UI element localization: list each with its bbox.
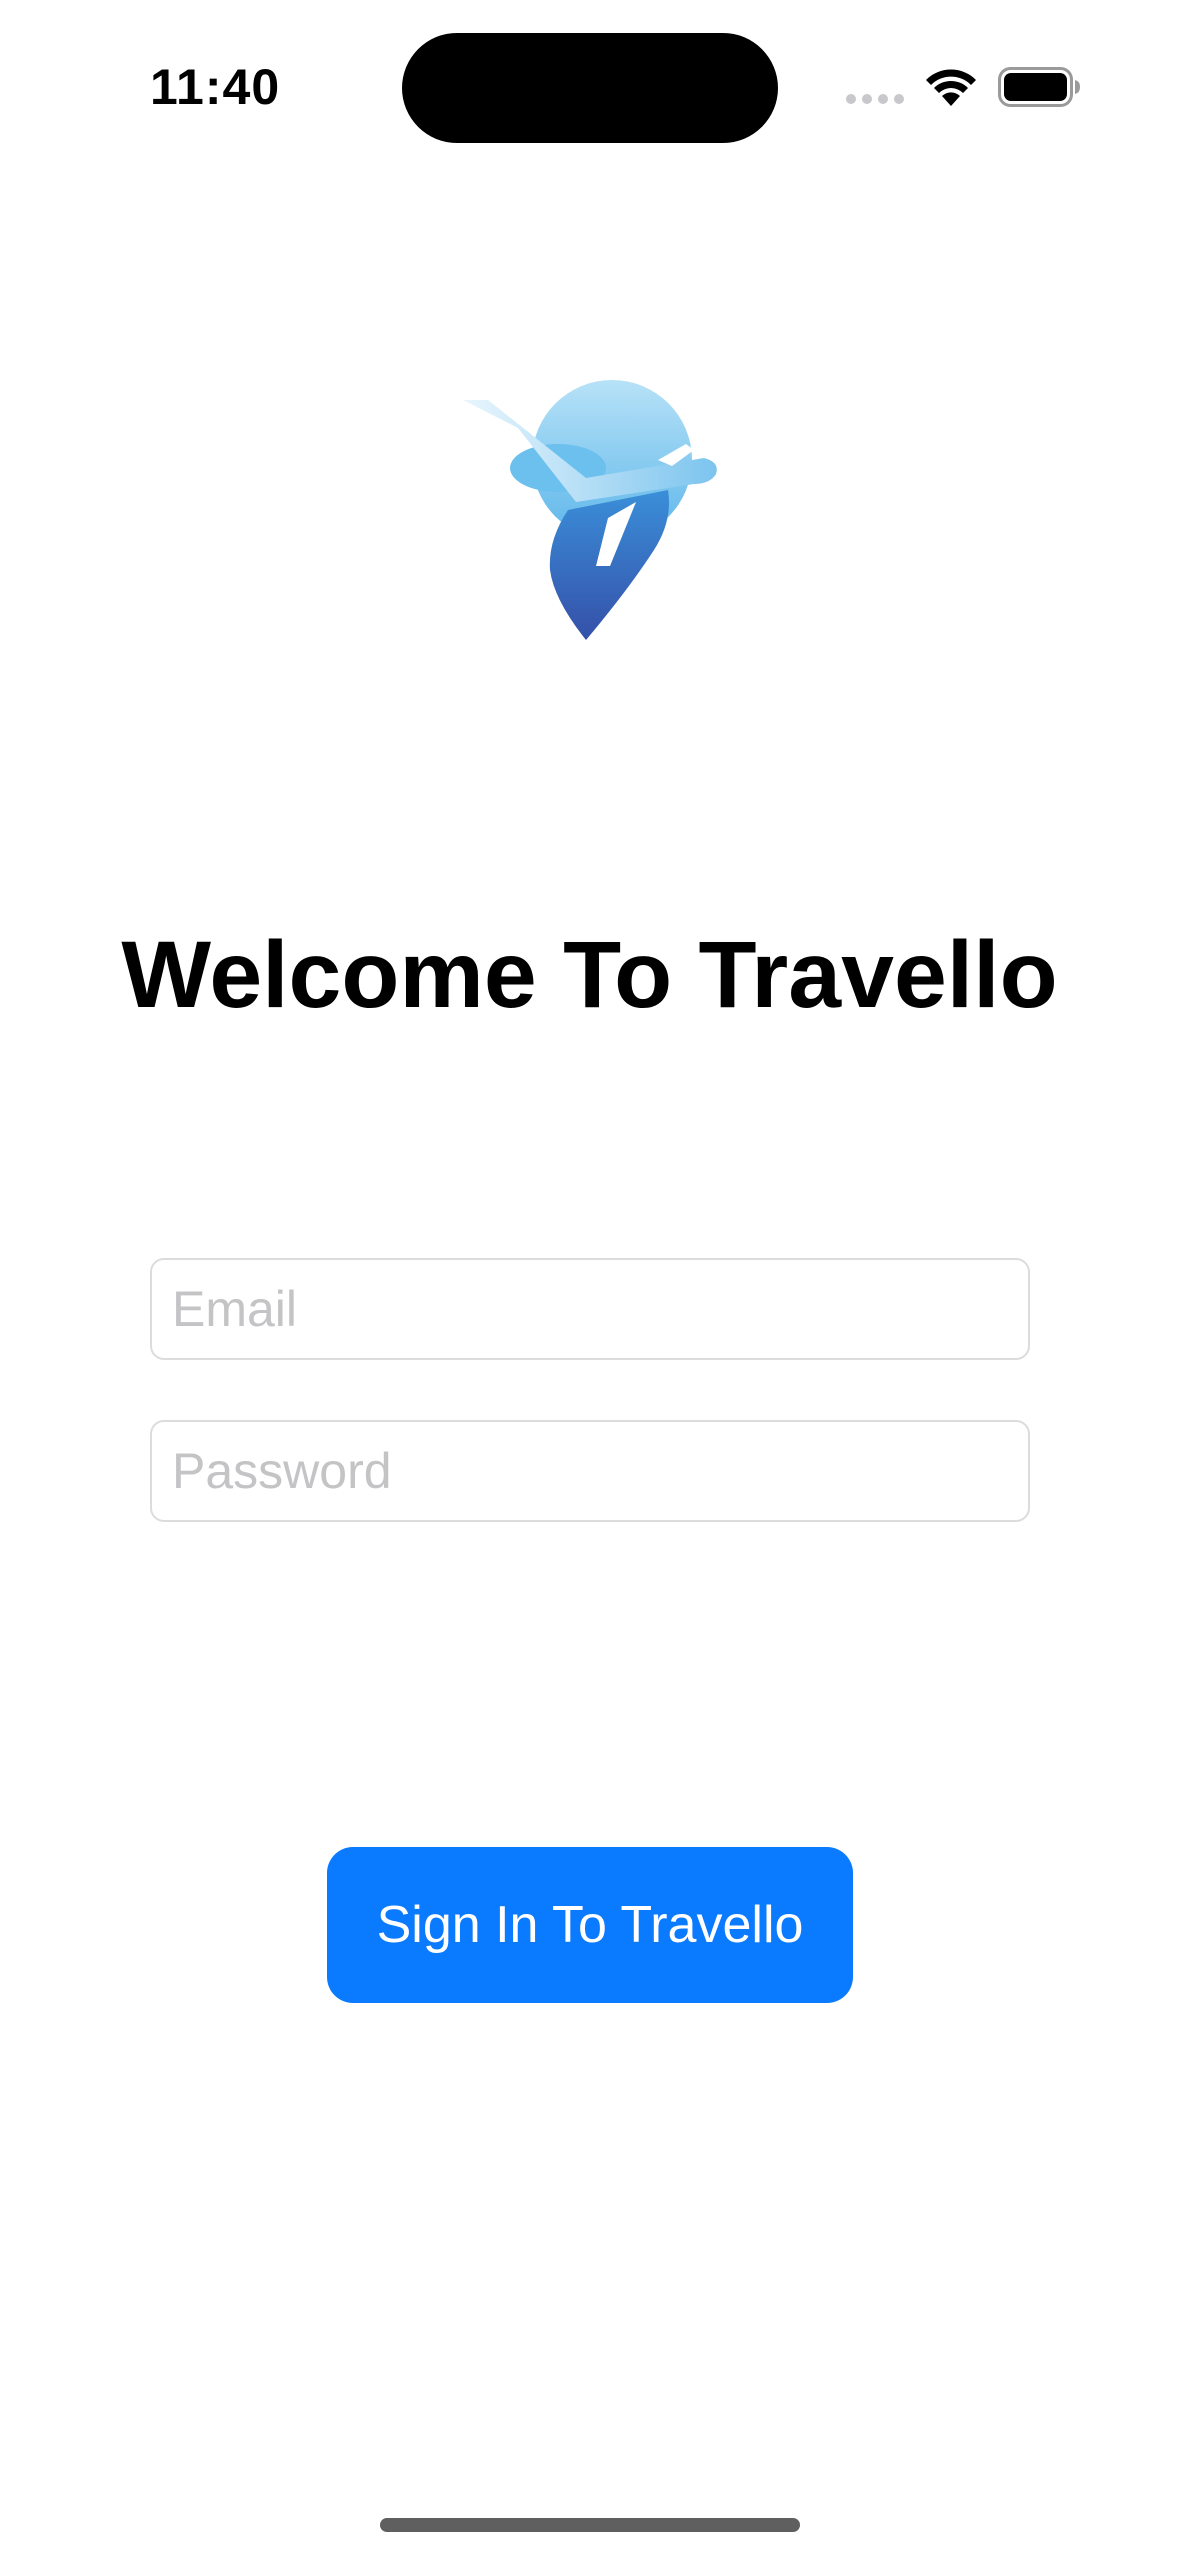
password-field[interactable] [150,1420,1030,1522]
page-title: Welcome To Travello [121,922,1058,1028]
travello-logo [463,380,717,640]
status-time: 11:40 [150,59,281,115]
home-indicator[interactable] [380,2518,800,2532]
wifi-icon [926,69,976,106]
email-field[interactable] [150,1258,1030,1360]
sign-in-button[interactable]: Sign In To Travello [327,1847,853,2003]
dynamic-island [402,33,778,143]
battery-icon [998,67,1080,107]
cellular-signal-icon [846,94,904,104]
